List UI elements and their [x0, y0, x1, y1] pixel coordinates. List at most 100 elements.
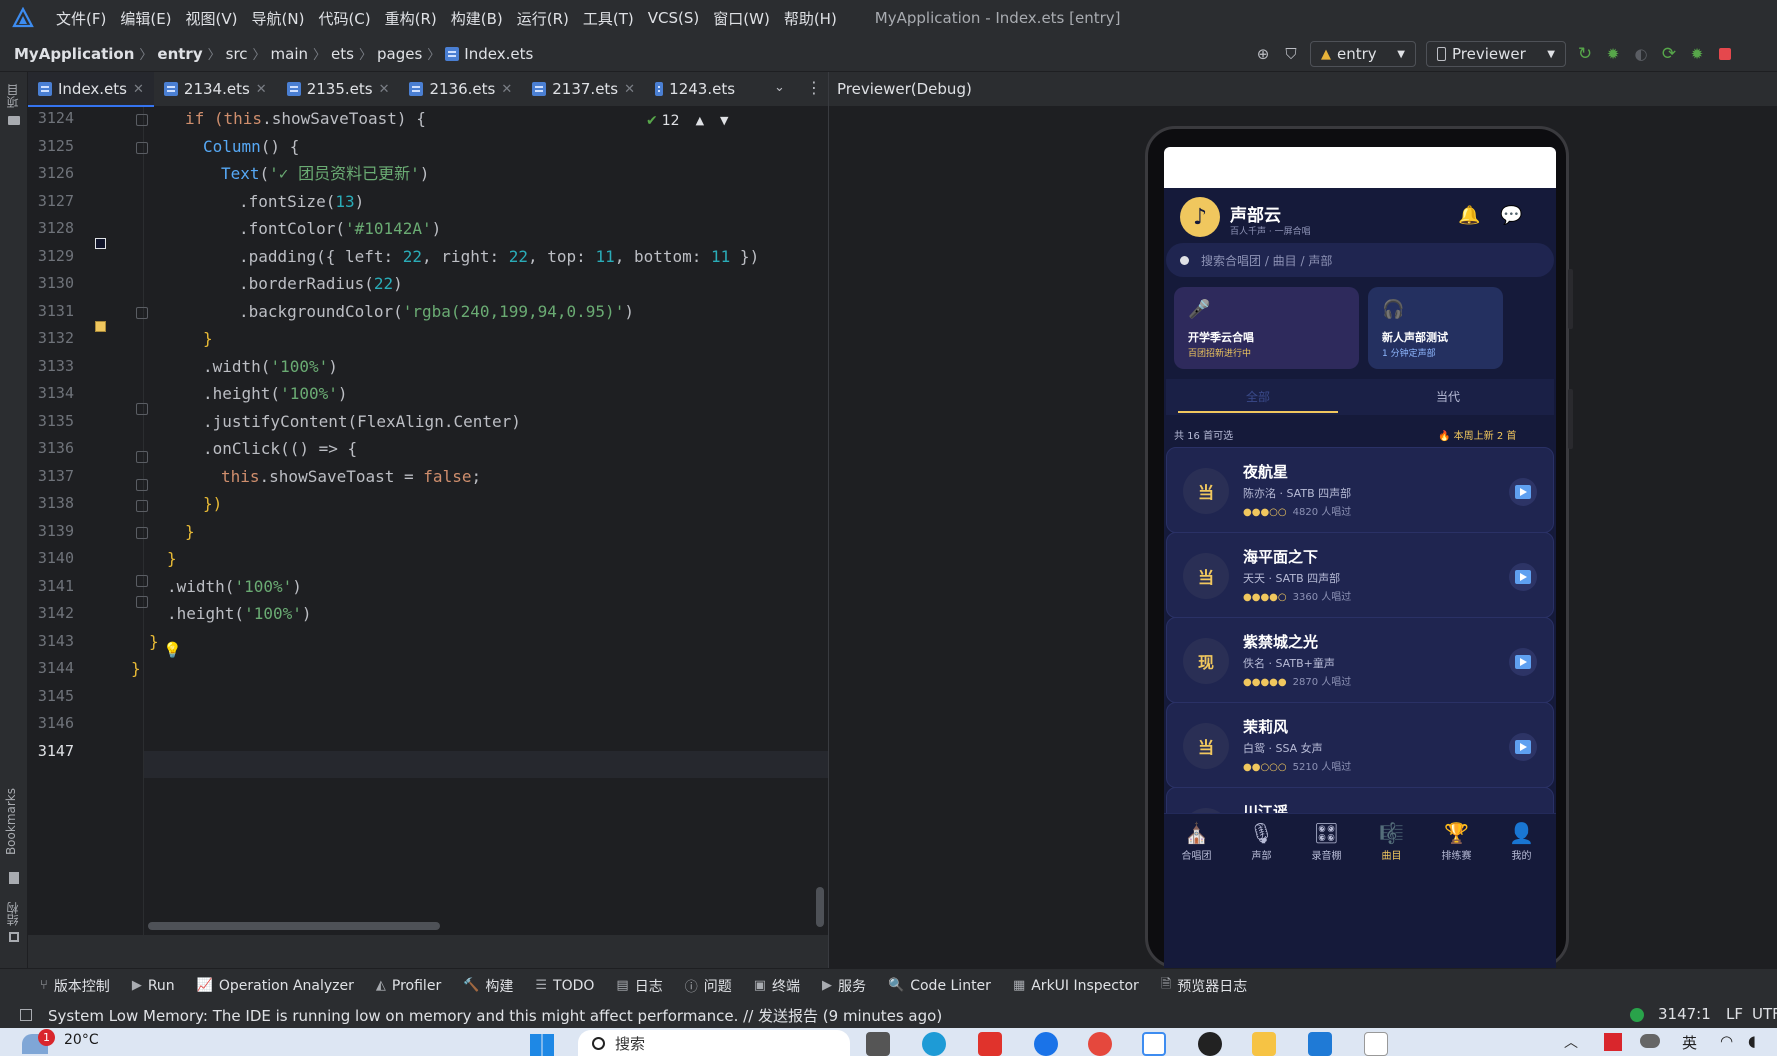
menu-view[interactable]: 视图(V): [186, 8, 238, 29]
bookmarks-tool-label[interactable]: Bookmarks: [4, 788, 18, 855]
chat-icon[interactable]: 💬: [1500, 205, 1522, 226]
play-button[interactable]: [1509, 478, 1537, 506]
tool-run[interactable]: ▶ Run: [132, 978, 175, 994]
tab-modern[interactable]: 当代: [1436, 388, 1460, 405]
menu-tools[interactable]: 工具(T): [583, 8, 634, 29]
tool-build[interactable]: 🔨 构建: [463, 976, 513, 996]
tab-index-ets[interactable]: Index.ets ✕: [28, 71, 154, 107]
breadcrumb-src[interactable]: src: [226, 45, 248, 63]
module-selector[interactable]: ▲ entry ▼: [1310, 41, 1416, 67]
menu-code[interactable]: 代码(C): [318, 8, 370, 29]
stop-icon[interactable]: [1716, 45, 1734, 63]
tab-1243-ets[interactable]: 1243.ets: [645, 72, 745, 107]
profile-icon[interactable]: ◐: [1632, 45, 1650, 63]
weather-temp[interactable]: 20°C: [64, 1032, 99, 1048]
close-icon[interactable]: ✕: [256, 82, 267, 97]
task-view-icon[interactable]: [866, 1032, 890, 1056]
close-icon[interactable]: ✕: [501, 82, 512, 97]
tab-2134-ets[interactable]: 2134.ets ✕: [154, 72, 277, 107]
bell-icon[interactable]: 🔔: [1458, 205, 1480, 226]
chevron-down-icon[interactable]: ▼: [720, 114, 728, 127]
tool-log[interactable]: ▤ 日志: [616, 976, 662, 996]
fold-marker-icon[interactable]: [136, 575, 148, 587]
tool-problems[interactable]: ⓘ 问题: [685, 976, 732, 996]
fold-marker-icon[interactable]: [136, 403, 148, 415]
menu-help[interactable]: 帮助(H): [784, 8, 837, 29]
song-card[interactable]: 当 海平面之下 天天 · SATB 四声部 ●●●●○ 3360 人唱过: [1166, 532, 1554, 618]
tab-all[interactable]: 全部: [1246, 388, 1270, 405]
nav-profile[interactable]: 👤 我的: [1489, 814, 1554, 870]
target-icon[interactable]: ⊕: [1254, 45, 1272, 63]
menu-edit[interactable]: 编辑(E): [120, 8, 171, 29]
bluetooth-app-icon[interactable]: [1034, 1032, 1058, 1056]
line-ending[interactable]: LF: [1726, 1005, 1743, 1023]
fold-marker-icon[interactable]: [136, 307, 148, 319]
tray-chevron-up-icon[interactable]: ︿: [1564, 1032, 1578, 1052]
fold-marker-icon[interactable]: [136, 451, 148, 463]
structure-icon[interactable]: [9, 932, 19, 942]
close-icon[interactable]: ✕: [133, 82, 144, 97]
tabs-overflow-chevron-icon[interactable]: ⌄: [774, 80, 785, 95]
qq-icon[interactable]: [1198, 1032, 1222, 1056]
menu-vcs[interactable]: VCS(S): [648, 9, 699, 27]
horizontal-scrollbar[interactable]: [148, 922, 440, 930]
nav-choir[interactable]: ⛪ 合唱团: [1164, 814, 1229, 870]
reload-icon[interactable]: ⟳: [1660, 44, 1678, 64]
edge-browser-icon[interactable]: [922, 1032, 946, 1056]
wifi-icon[interactable]: ◠: [1720, 1032, 1733, 1050]
nav-voice-part[interactable]: 🎙 声部: [1229, 814, 1294, 870]
breadcrumb-file[interactable]: Index.ets: [464, 45, 533, 63]
fold-marker-icon[interactable]: [136, 500, 148, 512]
more-options-icon[interactable]: ⋮: [806, 78, 822, 97]
tool-arkui-inspector[interactable]: ▦ ArkUI Inspector: [1013, 978, 1139, 994]
code-editor[interactable]: 3124 3125 3126 3127 3128 3129 3130 3131 …: [28, 107, 828, 935]
tool-code-linter[interactable]: 🔍 Code Linter: [888, 978, 991, 994]
attach-debugger-icon[interactable]: ✹: [1688, 45, 1706, 63]
inspection-widget[interactable]: ✔ 12 ▲ ▼: [646, 107, 729, 134]
color-swatch-icon[interactable]: [95, 238, 106, 249]
document-app-icon[interactable]: [1364, 1032, 1388, 1056]
tray-app-icon[interactable]: [1604, 1033, 1622, 1051]
banner-choir-event[interactable]: 🎤 开学季云合唱 百团招新进行中: [1174, 287, 1359, 369]
vertical-scrollbar[interactable]: [816, 887, 824, 927]
status-panel-icon[interactable]: [20, 1009, 32, 1021]
deveco-app-icon[interactable]: [1142, 1032, 1166, 1056]
menu-navigate[interactable]: 导航(N): [252, 8, 305, 29]
folder-icon[interactable]: [8, 116, 20, 125]
menu-run[interactable]: 运行(R): [517, 8, 569, 29]
play-button[interactable]: [1509, 563, 1537, 591]
project-tool-label[interactable]: 项目: [4, 84, 21, 108]
file-encoding[interactable]: UTF: [1752, 1005, 1777, 1023]
nav-contest[interactable]: 🏆 排练赛: [1424, 814, 1489, 870]
tool-version-control[interactable]: ⑂ 版本控制: [40, 976, 110, 996]
taskbar-search[interactable]: 搜索: [578, 1030, 850, 1056]
debug-icon[interactable]: ✹: [1604, 45, 1622, 63]
menu-file[interactable]: 文件(F): [56, 8, 106, 29]
song-card[interactable]: 当 夜航星 陈亦洺 · SATB 四声部 ●●●○○ 4820 人唱过: [1166, 447, 1554, 533]
status-message[interactable]: System Low Memory: The IDE is running lo…: [48, 1005, 942, 1026]
tool-profiler[interactable]: ◭ Profiler: [376, 978, 441, 994]
file-explorer-icon[interactable]: [1252, 1032, 1276, 1056]
pdf-app-icon[interactable]: [1088, 1032, 1112, 1056]
volume-icon[interactable]: ◖: [1748, 1032, 1756, 1050]
song-card[interactable]: 现 紫禁城之光 佚名 · SATB+童声 ●●●●● 2870 人唱过: [1166, 617, 1554, 703]
banner-voice-test[interactable]: 🎧 新人声部测试 1 分钟定声部: [1368, 287, 1503, 369]
lightbulb-icon[interactable]: 💡: [163, 641, 182, 659]
chevron-up-icon[interactable]: ▲: [696, 114, 704, 127]
play-button[interactable]: [1509, 648, 1537, 676]
tool-services[interactable]: ▶ 服务: [822, 976, 866, 996]
device-manager-icon[interactable]: ⛉: [1282, 45, 1300, 63]
rerun-icon[interactable]: ↻: [1576, 44, 1594, 64]
menu-window[interactable]: 窗口(W): [713, 8, 770, 29]
tab-2135-ets[interactable]: 2135.ets ✕: [277, 72, 400, 107]
menu-refactor[interactable]: 重构(R): [385, 8, 437, 29]
cursor-position[interactable]: 3147:1: [1658, 1005, 1711, 1023]
nav-studio[interactable]: 🎛 录音棚: [1294, 814, 1359, 870]
breadcrumb-module[interactable]: entry: [157, 45, 202, 63]
vscode-icon[interactable]: [1308, 1032, 1332, 1056]
color-swatch-icon[interactable]: [95, 321, 106, 332]
breadcrumb-project[interactable]: MyApplication: [14, 45, 134, 63]
device-selector[interactable]: Previewer ▼: [1426, 41, 1566, 67]
close-icon[interactable]: ✕: [379, 82, 390, 97]
nav-songs[interactable]: 🎼 曲目: [1359, 814, 1424, 870]
